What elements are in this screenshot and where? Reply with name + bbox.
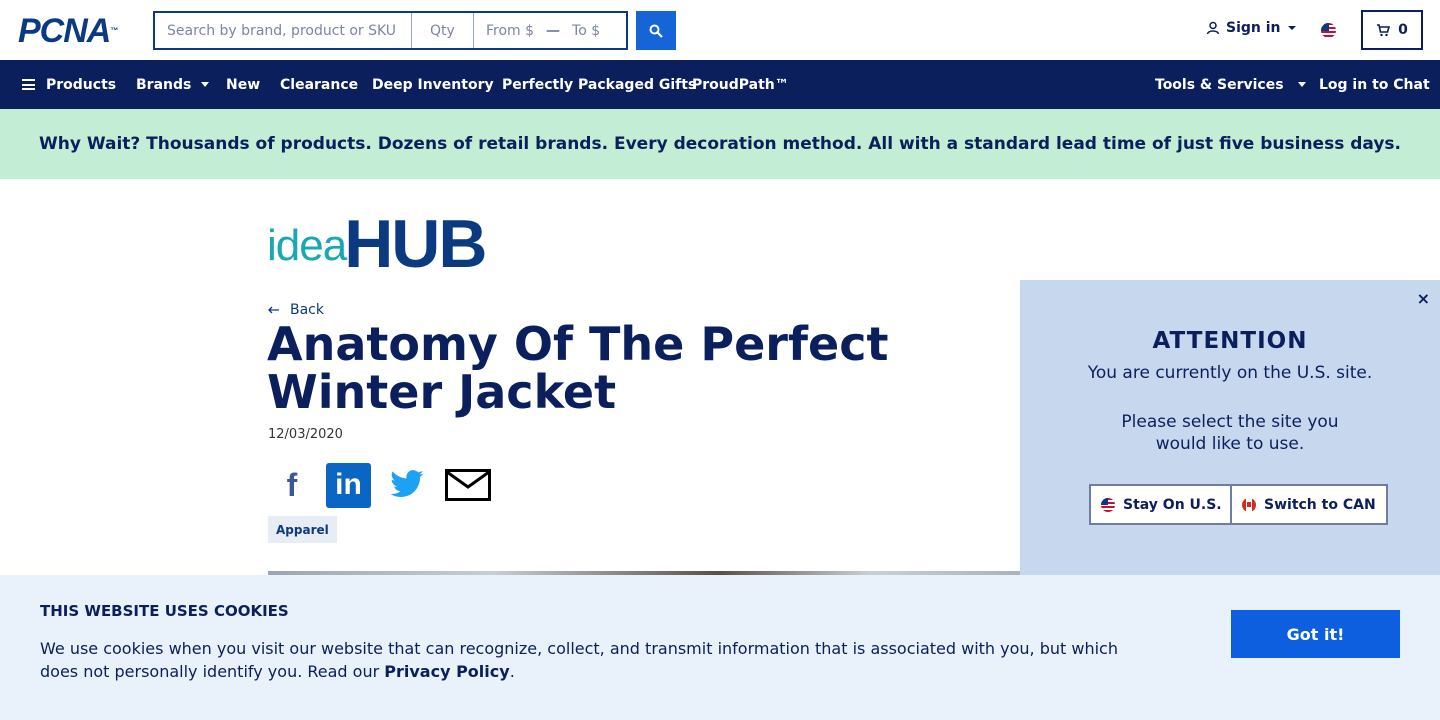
us-flag-icon[interactable] [1321, 23, 1336, 38]
menu-icon [22, 79, 35, 90]
facebook-icon[interactable]: f [272, 462, 312, 508]
search-icon [649, 24, 663, 38]
sign-in-menu[interactable]: Sign in [1206, 20, 1296, 36]
chevron-down-icon [1287, 26, 1296, 30]
user-icon [1206, 21, 1220, 35]
nav-clearance-label: Clearance [280, 76, 359, 93]
cookie-body: We use cookies when you visit our websit… [40, 639, 1118, 681]
nav-clearance[interactable]: Clearance [280, 60, 358, 109]
cookie-text-end: . [509, 662, 515, 681]
pcna-logo[interactable]: PCNA™ [18, 12, 118, 50]
us-flag-icon [1101, 497, 1115, 512]
cookie-banner: THIS WEBSITE USES COOKIES We use cookies… [0, 575, 1440, 720]
qty-placeholder: Qty [430, 22, 455, 39]
nav-deep-inventory[interactable]: Deep Inventory [372, 60, 494, 109]
search-input[interactable]: Search by brand, product or SKU [155, 13, 412, 48]
top-header: PCNA™ Search by brand, product or SKU Qt… [0, 0, 1440, 60]
nav-new-label: New [226, 76, 261, 93]
nav-proudpath-label: ProudPath™ [692, 76, 789, 93]
nav-products[interactable]: Products [22, 60, 116, 109]
logo-text: PCNA [18, 12, 111, 50]
linkedin-icon[interactable]: in [326, 462, 371, 508]
canada-flag-icon [1242, 497, 1256, 512]
nav-proudpath[interactable]: ProudPath™ [692, 60, 789, 109]
price-from-input[interactable]: From $ [486, 23, 534, 39]
sign-in-label: Sign in [1226, 20, 1281, 36]
logo-trademark: ™ [110, 26, 118, 35]
nav-brands-label: Brands [136, 76, 192, 93]
price-separator: — [546, 22, 561, 39]
nav-packaged-gifts[interactable]: Perfectly Packaged Gifts [502, 60, 696, 109]
price-range: From $ — To $ [474, 13, 626, 48]
nav-chat-login[interactable]: Log in to Chat [1319, 60, 1430, 109]
cookie-text: We use cookies when you visit our websit… [40, 637, 1130, 683]
stay-us-button[interactable]: Stay On U.S. [1089, 484, 1234, 525]
accept-cookies-button[interactable]: Got it! [1231, 610, 1400, 658]
back-link[interactable]: Back [268, 302, 324, 318]
nav-tools-label: Tools & Services [1155, 76, 1284, 93]
article-date: 12/03/2020 [268, 427, 343, 442]
nav-products-label: Products [46, 76, 117, 93]
close-icon[interactable]: × [1417, 289, 1430, 308]
article-title: Anatomy Of The Perfect Winter Jacket [267, 317, 889, 419]
arrow-left-icon [268, 306, 279, 314]
nav-tools-services[interactable]: Tools & Services [1155, 60, 1306, 109]
promo-banner: Why Wait? Thousands of products. Dozens … [0, 109, 1440, 179]
cart-icon [1377, 23, 1391, 36]
popup-select-line1: Please select the site you [1121, 412, 1339, 432]
price-to-input[interactable]: To $ [572, 23, 600, 39]
nav-deep-inventory-label: Deep Inventory [372, 76, 494, 93]
chevron-down-icon [201, 82, 210, 87]
category-tag-label: Apparel [276, 522, 329, 537]
qty-input[interactable]: Qty [412, 13, 474, 48]
nav-new[interactable]: New [226, 60, 260, 109]
ideahub-logo-idea: idea [267, 221, 347, 270]
nav-packaged-gifts-label: Perfectly Packaged Gifts [502, 76, 697, 93]
stay-us-label: Stay On U.S. [1123, 496, 1222, 513]
back-label: Back [290, 302, 324, 318]
main-nav: Products Brands New Clearance Deep Inven… [0, 60, 1440, 109]
ideahub-logo: idea HUB [267, 206, 488, 282]
email-icon[interactable] [443, 463, 493, 507]
chevron-down-icon [1297, 82, 1306, 87]
twitter-icon[interactable] [385, 463, 429, 507]
popup-current-site: You are currently on the U.S. site. [1087, 363, 1373, 383]
nav-brands[interactable]: Brands [136, 60, 210, 109]
ideahub-logo-hub: HUB [344, 206, 487, 282]
search-button[interactable] [636, 11, 676, 50]
popup-select-line2: would like to use. [1155, 434, 1305, 454]
share-bar: f in [272, 462, 493, 508]
cart-button[interactable]: 0 [1361, 10, 1423, 50]
nav-chat-label: Log in to Chat [1319, 76, 1430, 93]
search-placeholder: Search by brand, product or SKU [167, 22, 397, 39]
switch-can-button[interactable]: Switch to CAN [1230, 484, 1388, 525]
switch-can-label: Switch to CAN [1264, 496, 1376, 513]
popup-title: ATTENTION [1152, 328, 1308, 354]
promo-text: Why Wait? Thousands of products. Dozens … [38, 134, 1402, 154]
cookie-title: THIS WEBSITE USES COOKIES [40, 602, 289, 620]
category-tag[interactable]: Apparel [268, 516, 337, 543]
privacy-policy-link[interactable]: Privacy Policy [384, 662, 509, 681]
search-form: Search by brand, product or SKU Qty From… [153, 11, 628, 50]
cart-count: 0 [1398, 22, 1408, 38]
